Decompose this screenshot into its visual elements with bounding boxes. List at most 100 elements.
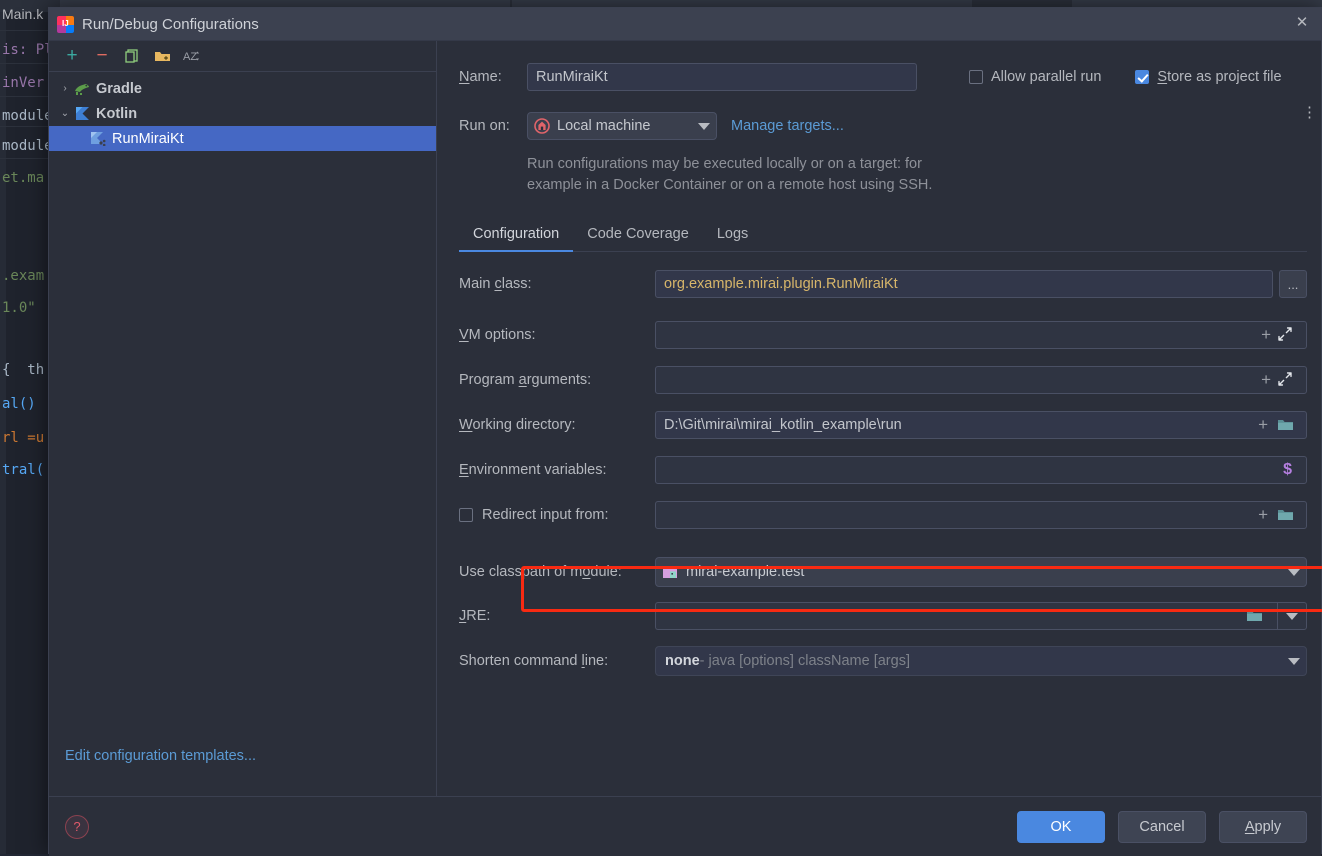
manage-targets-link[interactable]: Manage targets... [731,118,844,134]
run-debug-configurations-dialog: IJ Run/Debug Configurations ✕ + − AZ › G… [48,7,1322,856]
code-line: tral( [2,462,45,478]
run-on-hint: Run configurations may be executed local… [527,154,1307,196]
add-configuration-button[interactable]: + [57,43,87,69]
chevron-right-icon[interactable]: › [57,83,73,94]
dollar-icon[interactable]: $ [1277,461,1298,479]
code-line: module [2,108,53,124]
overflow-menu-icon[interactable]: ⋮ [1302,105,1317,120]
edit-configuration-templates-link[interactable]: Edit configuration templates... [65,748,256,764]
close-icon[interactable]: ✕ [1291,11,1313,33]
ok-button[interactable]: OK [1017,810,1105,843]
vm-options-label: VM options: [459,327,536,343]
environment-variables-label: Environment variables: [459,462,607,478]
jre-input[interactable] [655,602,1277,630]
tree-node-label: Kotlin [96,105,138,122]
allow-parallel-run-checkbox-box[interactable] [969,70,983,84]
configurations-tree: › Gradle ⌄ Kotlin RunMiraiKt [49,72,436,748]
configuration-editor-panel: ⋮ Name: RunMiraiKt Allow parallel run St… [437,41,1321,796]
browse-main-class-button[interactable]: ... [1279,270,1307,298]
kotlin-icon [73,106,91,121]
insert-macro-icon[interactable]: + [1256,370,1276,390]
main-class-label: Main class: [459,276,532,292]
use-classpath-of-module-combo[interactable]: mirai-example.test [655,557,1307,587]
code-line: inVer [2,75,45,91]
shorten-command-line-hint: - java [options] className [args] [699,653,910,669]
new-folder-button[interactable] [147,43,177,69]
program-arguments-row: Program arguments: + [459,365,1307,395]
run-on-hint-line-2: example in a Docker Container or on a re… [527,177,933,193]
insert-macro-icon[interactable]: + [1253,415,1273,435]
redirect-input-from-label[interactable]: Redirect input from: [459,507,655,523]
shorten-command-line-combo[interactable]: none - java [options] className [args] [655,646,1307,676]
shorten-command-line-label: Shorten command line: [459,653,609,669]
use-classpath-of-module-label: Use classpath of module: [459,564,622,580]
help-icon[interactable]: ? [65,814,89,839]
folder-icon[interactable] [1240,609,1269,623]
shorten-command-line-row: Shorten command line: none - java [optio… [459,646,1307,676]
chevron-down-icon[interactable] [1288,657,1300,665]
jre-label: JRE: [459,608,491,624]
sort-alphabetically-button[interactable]: AZ [177,43,207,69]
insert-macro-icon[interactable]: + [1253,505,1273,525]
redirect-input-from-checkbox[interactable] [459,508,473,522]
tab-logs[interactable]: Logs [703,218,762,251]
configurations-toolbar: + − AZ [49,41,436,72]
shorten-command-line-value: none [665,653,700,669]
expand-icon[interactable] [1276,371,1298,389]
dialog-title: Run/Debug Configurations [82,15,259,33]
editor-tabs: Configuration Code Coverage Logs [459,218,1307,252]
tab-code-coverage[interactable]: Code Coverage [573,218,703,251]
tree-node-gradle[interactable]: › Gradle [49,76,436,101]
insert-macro-icon[interactable]: + [1256,325,1276,345]
run-on-hint-line-1: Run configurations may be executed local… [527,156,922,172]
allow-parallel-run-checkbox[interactable]: Allow parallel run [969,69,1101,85]
redirect-input-from-input[interactable]: + [655,501,1307,529]
working-directory-value: D:\Git\mirai\mirai_kotlin_example\run [664,417,902,433]
name-input-value: RunMiraiKt [536,69,608,85]
name-label: Name: [459,69,502,85]
code-line: module [2,138,53,154]
name-input[interactable]: RunMiraiKt [527,63,917,91]
tree-node-runmiraikt[interactable]: RunMiraiKt [49,126,436,151]
main-class-input[interactable]: org.example.mirai.plugin.RunMiraiKt [655,270,1273,298]
code-line: 1.0" [2,300,36,316]
main-class-value: org.example.mirai.plugin.RunMiraiKt [664,276,898,292]
store-as-project-file-checkbox-box[interactable] [1135,70,1150,84]
chevron-down-icon[interactable] [698,122,710,130]
store-as-project-file-checkbox[interactable]: Store as project file [1135,69,1282,85]
editor-tab-label: Main.k [2,6,44,22]
vm-options-input[interactable]: + [655,321,1307,349]
vm-options-row: VM options: + [459,320,1307,350]
apply-button[interactable]: Apply [1219,810,1307,843]
chevron-down-icon[interactable] [1286,612,1298,620]
folder-icon[interactable] [1273,508,1298,522]
tree-node-label: RunMiraiKt [112,130,184,147]
allow-parallel-run-label: Allow parallel run [991,69,1102,85]
folder-icon[interactable] [1273,418,1298,432]
jre-dropdown-button[interactable] [1277,602,1307,630]
gradle-icon [73,82,91,96]
tree-node-kotlin[interactable]: ⌄ Kotlin [49,101,436,126]
main-class-row: Main class: org.example.mirai.plugin.Run… [459,269,1307,299]
use-classpath-of-module-value: mirai-example.test [686,564,805,580]
run-on-target-combo[interactable]: Local machine [527,112,717,140]
code-line: { th [2,362,45,378]
chevron-down-icon[interactable] [1288,568,1300,576]
program-arguments-input[interactable]: + [655,366,1307,394]
environment-variables-row: Environment variables: $ [459,455,1307,485]
intellij-logo-icon: IJ [57,15,74,33]
program-arguments-label: Program arguments: [459,372,592,388]
cancel-button[interactable]: Cancel [1118,810,1206,843]
kotlin-run-config-icon [89,131,107,146]
code-line: al() [2,396,36,412]
copy-configuration-button[interactable] [117,43,147,69]
local-machine-icon [534,118,550,134]
environment-variables-input[interactable]: $ [655,456,1307,484]
tab-configuration[interactable]: Configuration [459,218,574,252]
dialog-titlebar: IJ Run/Debug Configurations ✕ [49,8,1321,41]
remove-configuration-button[interactable]: − [87,43,117,69]
working-directory-input[interactable]: D:\Git\mirai\mirai_kotlin_example\run + [655,411,1307,439]
expand-icon[interactable] [1276,326,1298,344]
chevron-down-icon[interactable]: ⌄ [57,108,73,119]
redirect-input-from-row: Redirect input from: + [459,500,1307,530]
